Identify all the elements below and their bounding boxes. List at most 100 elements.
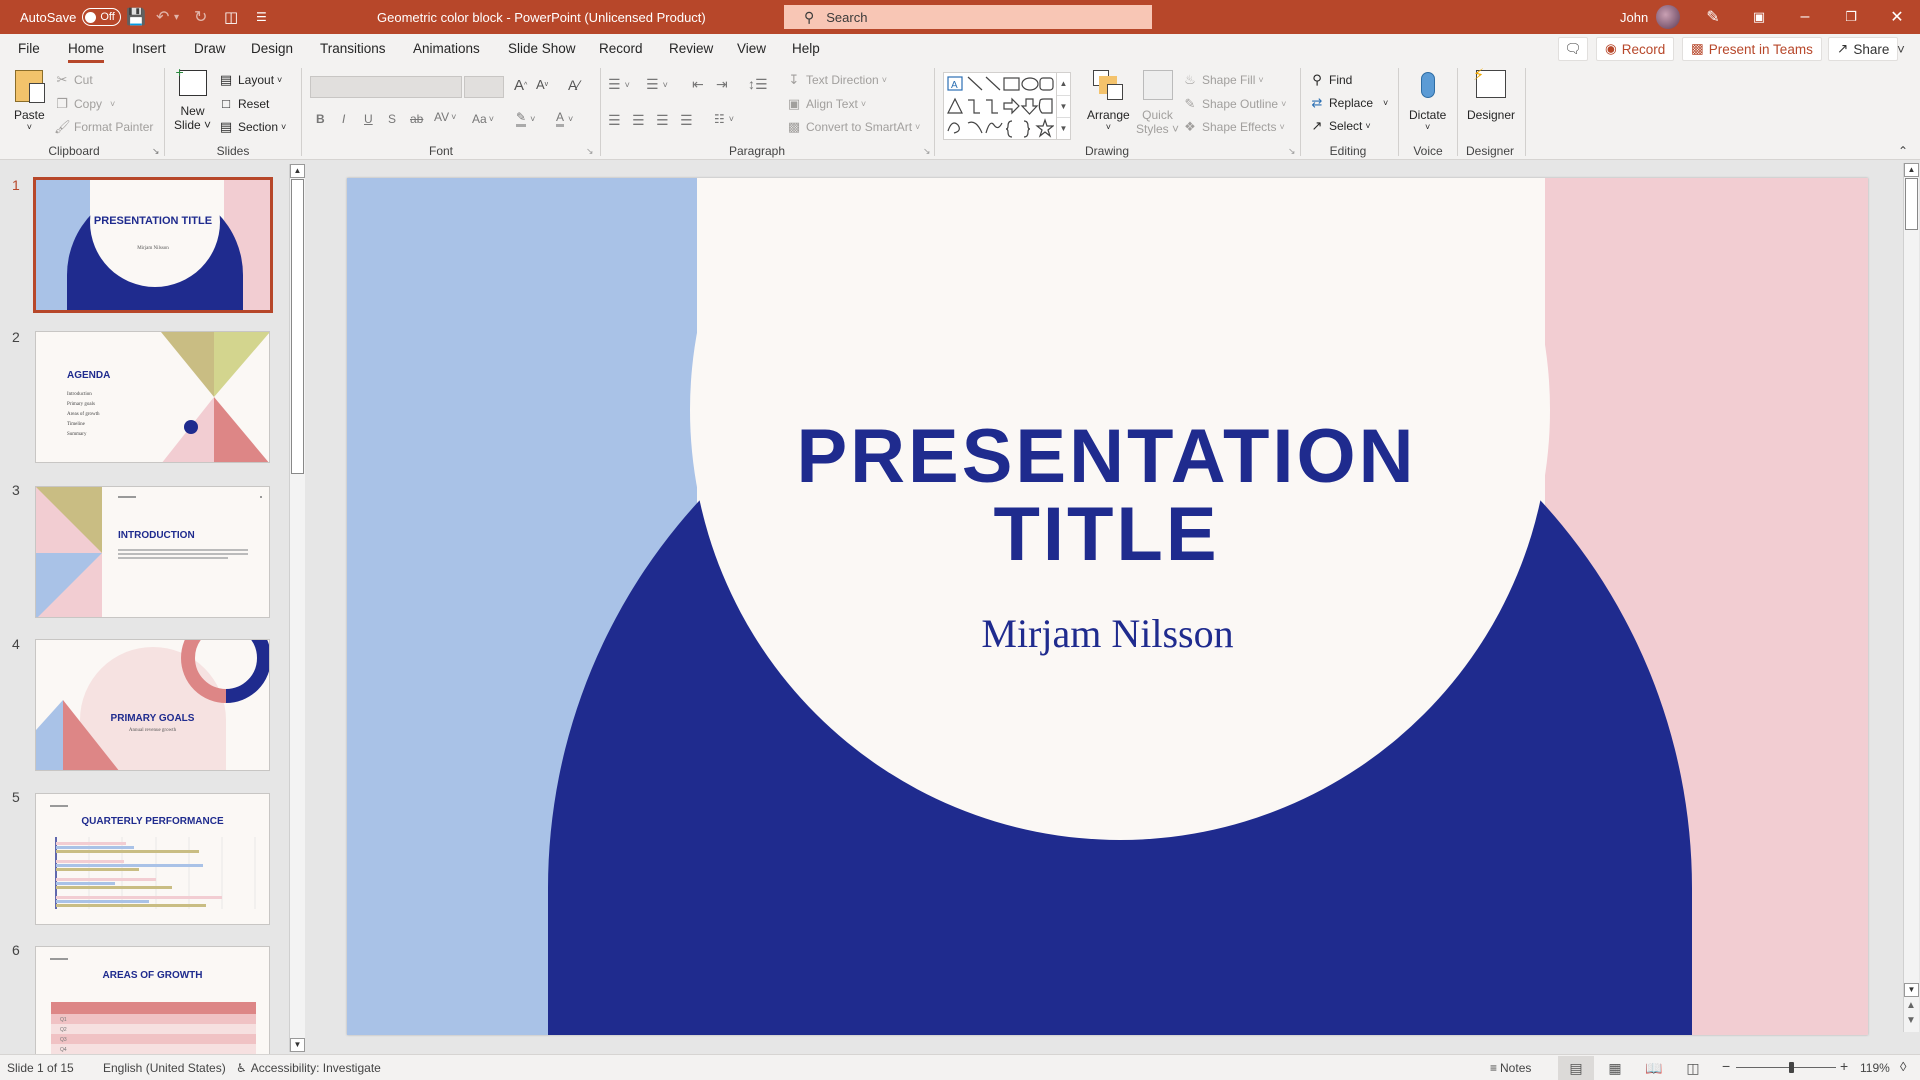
notes-button[interactable]: ≡ Notes (1490, 1061, 1531, 1075)
font-size-combo[interactable] (464, 76, 504, 98)
close-icon[interactable]: ✕ (1874, 0, 1920, 34)
language-indicator[interactable]: English (United States) (103, 1061, 226, 1075)
clipboard-launcher-icon[interactable]: ↘ (152, 146, 160, 157)
paragraph-launcher-icon[interactable]: ↘ (923, 146, 931, 157)
text-direction-button[interactable]: ↧ Text Direction ˅ (786, 72, 887, 88)
align-right-icon[interactable]: ☰ (656, 112, 669, 129)
undo-dropdown-icon[interactable]: ▾ (174, 0, 179, 34)
slide-counter[interactable]: Slide 1 of 15 (7, 1061, 74, 1075)
character-spacing-button[interactable]: AV ˅ (434, 110, 456, 124)
slide-title[interactable]: PRESENTATION TITLE (347, 418, 1867, 574)
ribbon-display-icon[interactable]: ▣ (1736, 0, 1782, 34)
grow-font-button[interactable]: A ^ (514, 77, 527, 94)
clear-formatting-icon[interactable]: A∕ (568, 77, 580, 93)
scroll-up-arrow[interactable]: ▲ (1904, 163, 1919, 177)
pen-icon[interactable]: ✎ (1690, 0, 1736, 34)
format-painter-button[interactable]: 🖌 Format Painter (54, 119, 153, 135)
collapse-ribbon-icon[interactable]: ⌃ (1898, 144, 1908, 158)
slide-subtitle[interactable]: Mirjam Nilsson (347, 610, 1868, 657)
tab-review[interactable]: Review (669, 41, 713, 56)
accessibility-status[interactable]: ♿ Accessibility: Investigate (236, 1061, 381, 1075)
slide-thumbnail-5[interactable]: QUARTERLY PERFORMANCE (35, 793, 270, 925)
zoom-out-button[interactable]: − (1722, 1058, 1730, 1074)
present-from-start-icon[interactable]: ◫ (224, 0, 238, 34)
layout-button[interactable]: ▤ Layout ˅ (218, 72, 282, 88)
slide-thumbnail-6[interactable]: AREAS OF GROWTH Q1 Q2 Q3 Q4 (35, 946, 270, 1054)
slide-thumbnail-3[interactable]: INTRODUCTION (35, 486, 270, 618)
slide-sorter-button[interactable]: ▦ (1597, 1056, 1633, 1080)
font-name-combo[interactable] (310, 76, 462, 98)
current-slide[interactable]: PRESENTATION TITLE Mirjam Nilsson (347, 178, 1868, 1035)
scroll-down-arrow[interactable]: ▼ (1904, 983, 1919, 997)
avatar[interactable] (1656, 5, 1681, 29)
slide-show-button[interactable]: ◫ (1675, 1056, 1711, 1080)
arrange-button[interactable]: Arrange ˅ (1087, 70, 1130, 132)
redo-icon[interactable]: ↻ (194, 0, 207, 34)
justify-icon[interactable]: ☰ (680, 112, 693, 129)
tab-record[interactable]: Record (599, 41, 643, 56)
gallery-scroll[interactable]: ▲ ▼ ▼ (1056, 73, 1070, 139)
slide-thumbnail-4[interactable]: PRIMARY GOALS Annual revenue growth (35, 639, 270, 771)
shapes-gallery[interactable]: A ▲ ▼ ▼ (943, 72, 1071, 140)
shape-effects-button[interactable]: ❖ Shape Effects ˅ (1182, 119, 1285, 135)
align-text-button[interactable]: ▣ Align Text ˅ (786, 96, 866, 112)
autosave-toggle[interactable]: Off (82, 8, 121, 26)
increase-indent-icon[interactable]: ⇥ (716, 76, 728, 93)
line-spacing-button[interactable]: ↕☰ (748, 76, 768, 93)
save-icon[interactable]: 💾 (126, 0, 146, 34)
dictate-button[interactable]: Dictate ˅ (1409, 68, 1446, 132)
shape-outline-button[interactable]: ✎ Shape Outline ˅ (1182, 96, 1287, 112)
zoom-level[interactable]: 119% (1860, 1061, 1890, 1075)
drawing-launcher-icon[interactable]: ↘ (1288, 146, 1296, 157)
tab-help[interactable]: Help (792, 41, 820, 56)
section-button[interactable]: ▤ Section ˅ (218, 119, 286, 135)
share-dropdown-icon[interactable]: ˅ (1892, 37, 1910, 61)
reset-button[interactable]: □ Reset (218, 96, 269, 112)
copy-button[interactable]: ❐ Copy ˅ (54, 96, 115, 112)
zoom-slider[interactable] (1736, 1062, 1836, 1073)
minimize-icon[interactable]: – (1782, 0, 1828, 34)
shadow-button[interactable]: S (388, 112, 396, 126)
replace-button[interactable]: ⇄ Replace ˅ (1309, 95, 1389, 111)
record-button[interactable]: ◉ Record (1596, 37, 1675, 61)
scroll-up-arrow[interactable]: ▲ (290, 164, 305, 178)
customize-toolbar-icon[interactable]: ☰ (256, 0, 267, 34)
previous-slide-icon[interactable]: ▲ (1906, 1000, 1916, 1011)
tab-home[interactable]: Home (68, 41, 105, 63)
slide-thumbnail-2[interactable]: AGENDA Introduction Primary goals Areas of… (35, 331, 270, 463)
change-case-button[interactable]: Aa ˅ (472, 112, 494, 126)
search-box[interactable]: ⚲ Search (784, 5, 1152, 29)
numbering-button[interactable]: ☰ ˅ (646, 76, 668, 93)
scroll-thumb[interactable] (1905, 178, 1918, 230)
font-color-button[interactable]: A ˅ (556, 110, 573, 127)
thumbnail-scrollbar[interactable]: ▲ ▼ (289, 164, 305, 1052)
select-button[interactable]: ↗ Select ˅ (1309, 118, 1371, 134)
zoom-slider-knob[interactable] (1789, 1062, 1794, 1073)
zoom-in-button[interactable]: + (1840, 1058, 1848, 1074)
tab-insert[interactable]: Insert (132, 41, 166, 56)
tab-design[interactable]: Design (251, 41, 293, 56)
underline-button[interactable]: U (364, 112, 373, 126)
tab-slide-show[interactable]: Slide Show (508, 41, 576, 56)
tab-view[interactable]: View (737, 41, 766, 56)
cut-button[interactable]: ✂ Cut (54, 72, 93, 88)
slide-thumbnail-1[interactable]: PRESENTATION TITLE Mirjam Nilsson (33, 177, 273, 313)
bullets-button[interactable]: ☰ ˅ (608, 76, 630, 93)
decrease-indent-icon[interactable]: ⇤ (692, 76, 704, 93)
shape-fill-button[interactable]: ♨ Shape Fill ˅ (1182, 72, 1263, 88)
tab-transitions[interactable]: Transitions (320, 41, 386, 56)
present-in-teams-button[interactable]: ▩ Present in Teams (1682, 37, 1822, 61)
paste-button[interactable]: Paste ˅ (14, 70, 46, 132)
tab-animations[interactable]: Animations (413, 41, 480, 56)
bold-button[interactable]: B (316, 112, 325, 126)
align-left-icon[interactable]: ☰ (608, 112, 621, 129)
strikethrough-button[interactable]: ab (410, 112, 423, 126)
find-button[interactable]: ⚲ Find (1309, 72, 1352, 88)
font-launcher-icon[interactable]: ↘ (586, 146, 594, 157)
share-button[interactable]: ↗ Share (1828, 37, 1899, 61)
fit-to-window-icon[interactable]: ◊ (1900, 1059, 1906, 1074)
convert-smartart-button[interactable]: ▩ Convert to SmartArt ˅ (786, 119, 920, 135)
italic-button[interactable]: I (342, 112, 345, 126)
align-center-icon[interactable]: ☰ (632, 112, 645, 129)
tab-draw[interactable]: Draw (194, 41, 226, 56)
